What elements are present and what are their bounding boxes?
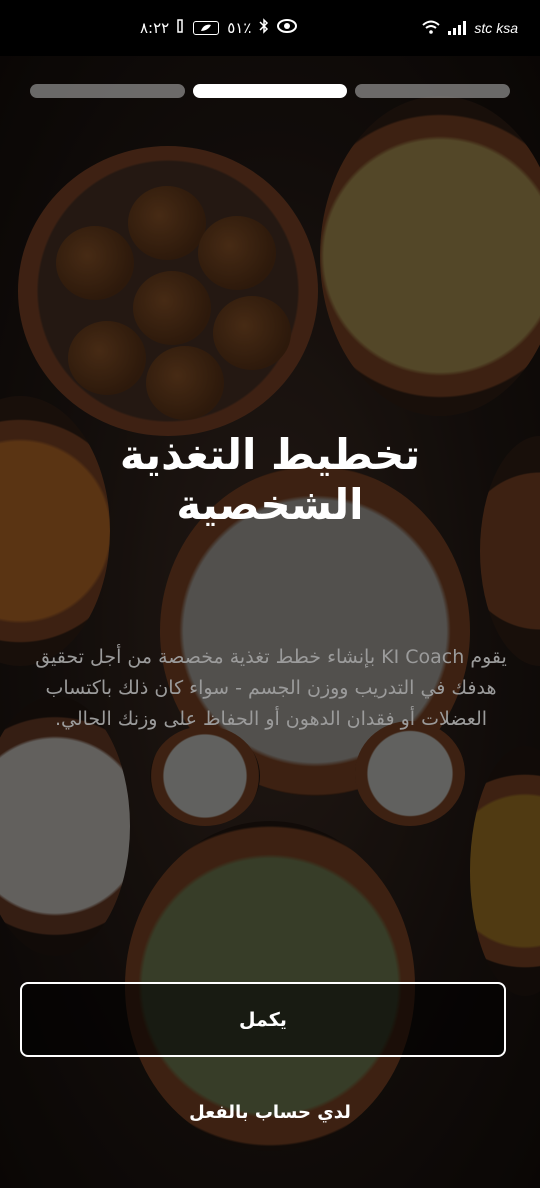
signal-icon	[448, 21, 467, 35]
status-right: stc ksa	[422, 20, 518, 37]
clock: ٨:٢٢	[140, 19, 170, 37]
continue-button[interactable]: يكمل	[20, 982, 506, 1057]
battery-icon	[193, 21, 220, 35]
status-bar: ٨:٢٢ ٥١٪ stc ksa	[0, 0, 540, 56]
continue-button-label: يكمل	[239, 1008, 287, 1031]
page-description: يقوم KI Coach بإنشاء خطط تغذية مخصصة من …	[35, 646, 507, 730]
have-account-link[interactable]: لدي حساب بالفعل	[0, 1102, 540, 1123]
nfc-icon	[177, 19, 185, 37]
eye-icon	[277, 19, 298, 37]
wifi-icon	[422, 20, 441, 37]
progress-segment-3	[355, 84, 511, 98]
carrier-name: stc ksa	[474, 20, 518, 36]
page-title: تخطيط التغذية الشخصية	[119, 430, 421, 529]
food-background: تخطيط التغذية الشخصية يقوم KI Coach بإنش…	[0, 56, 540, 1188]
page-progress	[30, 84, 511, 98]
battery-level: ٥١٪	[227, 19, 252, 37]
bluetooth-icon	[259, 18, 269, 38]
status-left: ٨:٢٢ ٥١٪	[140, 18, 298, 38]
progress-segment-2	[192, 84, 348, 98]
progress-segment-1	[30, 84, 185, 98]
